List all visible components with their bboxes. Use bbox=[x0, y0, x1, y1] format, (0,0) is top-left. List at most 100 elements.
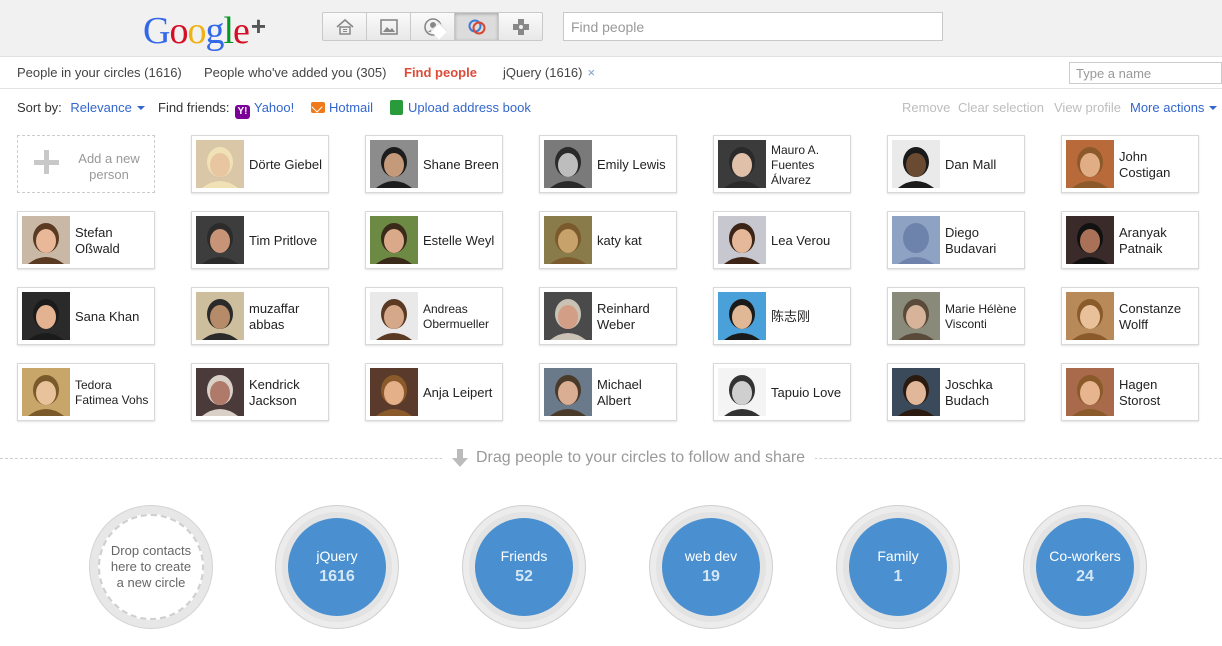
person-card[interactable]: Andreas Obermueller bbox=[365, 287, 503, 345]
person-avatar bbox=[892, 140, 940, 188]
person-card[interactable]: Dörte Giebel bbox=[191, 135, 329, 193]
clear-selection-button[interactable]: Clear selection bbox=[958, 100, 1044, 115]
person-card[interactable]: Anja Leipert bbox=[365, 363, 503, 421]
person-card[interactable]: Michael Albert bbox=[539, 363, 677, 421]
person-avatar bbox=[892, 368, 940, 416]
close-tab-icon[interactable]: × bbox=[587, 65, 595, 80]
person-name: Reinhard Weber bbox=[597, 301, 650, 332]
yahoo-link[interactable]: Y! Yahoo! bbox=[235, 100, 294, 119]
tab-people-in-circles[interactable]: People in your circles (1616) bbox=[17, 65, 182, 80]
circle-inner: Friends 52 bbox=[475, 518, 573, 616]
circles-button[interactable] bbox=[454, 12, 499, 41]
person-card[interactable]: Tedora Fatimea Vohs bbox=[17, 363, 155, 421]
person-card[interactable]: Lea Verou bbox=[713, 211, 851, 269]
google-plus-logo[interactable]: Google+ bbox=[143, 4, 266, 52]
person-avatar bbox=[892, 292, 940, 340]
circle-inner: Family 1 bbox=[849, 518, 947, 616]
person-card[interactable]: Stefan Oßwald bbox=[17, 211, 155, 269]
person-avatar bbox=[544, 140, 592, 188]
person-card[interactable]: Kendrick Jackson bbox=[191, 363, 329, 421]
person-card[interactable]: Aranyak Patnaik bbox=[1061, 211, 1199, 269]
person-card[interactable]: Sana Khan bbox=[17, 287, 155, 345]
person-card[interactable]: Hagen Storost bbox=[1061, 363, 1199, 421]
person-card[interactable]: katy kat bbox=[539, 211, 677, 269]
hotmail-icon bbox=[311, 102, 325, 113]
person-avatar bbox=[196, 216, 244, 264]
person-card[interactable]: Joschka Budach bbox=[887, 363, 1025, 421]
photos-button[interactable] bbox=[366, 12, 411, 41]
person-card[interactable]: Emily Lewis bbox=[539, 135, 677, 193]
person-avatar bbox=[544, 292, 592, 340]
circle-inner: jQuery 1616 bbox=[288, 518, 386, 616]
person-card[interactable]: John Costigan bbox=[1061, 135, 1199, 193]
person-name: katy kat bbox=[597, 233, 642, 248]
more-actions-dropdown[interactable]: More actions bbox=[1130, 100, 1218, 115]
add-new-person-card[interactable]: Add a new person bbox=[17, 135, 155, 193]
person-avatar bbox=[370, 292, 418, 340]
person-avatar bbox=[718, 140, 766, 188]
type-a-name-input[interactable] bbox=[1069, 62, 1222, 84]
circle-friends[interactable]: Friends 52 bbox=[462, 505, 586, 629]
profile-button[interactable] bbox=[410, 12, 455, 41]
find-people-search-input[interactable] bbox=[563, 12, 943, 41]
tab-people-who-added-you[interactable]: People who've added you (305) bbox=[204, 65, 386, 80]
top-bar: Google+ bbox=[0, 0, 1222, 57]
sort-value: Relevance bbox=[70, 100, 132, 115]
person-card[interactable]: muzaffar abbas bbox=[191, 287, 329, 345]
person-name: muzaffar abbas bbox=[249, 301, 300, 332]
circle-name: Friends bbox=[500, 548, 548, 564]
person-name: Emily Lewis bbox=[597, 157, 666, 172]
view-profile-button[interactable]: View profile bbox=[1054, 100, 1121, 115]
person-card[interactable]: Estelle Weyl bbox=[365, 211, 503, 269]
hotmail-link[interactable]: Hotmail bbox=[311, 100, 373, 115]
person-avatar bbox=[892, 216, 940, 264]
home-button[interactable] bbox=[322, 12, 367, 41]
person-card[interactable]: 陈志刚 bbox=[713, 287, 851, 345]
person-card[interactable]: Diego Budavari bbox=[887, 211, 1025, 269]
circle-inner: web dev 19 bbox=[662, 518, 760, 616]
person-card[interactable]: Constanze Wolff bbox=[1061, 287, 1199, 345]
drop-new-circle-label: Drop contacts here to create a new circl… bbox=[98, 514, 204, 620]
person-name: Mauro A. Fuentes Álvarez bbox=[771, 142, 820, 187]
person-avatar bbox=[370, 216, 418, 264]
person-card[interactable]: Shane Breen bbox=[365, 135, 503, 193]
circles-icon bbox=[468, 19, 485, 34]
circle-count: 19 bbox=[702, 568, 720, 585]
person-card[interactable]: Mauro A. Fuentes Álvarez bbox=[713, 135, 851, 193]
person-name: Aranyak Patnaik bbox=[1119, 225, 1167, 256]
tab-jquery-label: jQuery (1616) bbox=[503, 65, 583, 80]
drag-instruction-text: Drag people to your circles to follow an… bbox=[476, 449, 806, 466]
person-avatar bbox=[1066, 368, 1114, 416]
circle-web-dev[interactable]: web dev 19 bbox=[649, 505, 773, 629]
person-avatar bbox=[370, 140, 418, 188]
upload-address-book-link[interactable]: Upload address book bbox=[390, 100, 531, 115]
person-name: Tapuio Love bbox=[771, 385, 842, 400]
person-name: Shane Breen bbox=[423, 157, 499, 172]
tab-jquery[interactable]: jQuery (1616) × bbox=[503, 65, 595, 80]
tab-find-people[interactable]: Find people bbox=[404, 65, 477, 80]
circle-name: web dev bbox=[684, 548, 738, 564]
circle-family[interactable]: Family 1 bbox=[836, 505, 960, 629]
circle-co-workers[interactable]: Co-workers 24 bbox=[1023, 505, 1147, 629]
circle-jquery[interactable]: jQuery 1616 bbox=[275, 505, 399, 629]
person-card[interactable]: Tapuio Love bbox=[713, 363, 851, 421]
more-actions-label: More actions bbox=[1130, 100, 1205, 115]
upload-label: Upload address book bbox=[408, 100, 531, 115]
person-name: Dan Mall bbox=[945, 157, 997, 172]
person-name: Michael Albert bbox=[597, 377, 642, 408]
remove-button[interactable]: Remove bbox=[902, 100, 950, 115]
drop-new-circle-target[interactable]: Drop contacts here to create a new circl… bbox=[89, 505, 213, 629]
circle-count: 52 bbox=[515, 568, 533, 585]
circle-count: 1 bbox=[893, 568, 903, 585]
yahoo-label: Yahoo! bbox=[254, 100, 295, 115]
person-card[interactable]: Marie Hélène Visconti bbox=[887, 287, 1025, 345]
person-card[interactable]: Reinhard Weber bbox=[539, 287, 677, 345]
person-avatar bbox=[370, 368, 418, 416]
person-card[interactable]: Dan Mall bbox=[887, 135, 1025, 193]
person-name: Sana Khan bbox=[75, 309, 140, 324]
games-button[interactable] bbox=[498, 12, 543, 41]
sort-dropdown[interactable]: Relevance bbox=[70, 100, 145, 115]
games-icon bbox=[512, 18, 529, 35]
person-card[interactable]: Tim Pritlove bbox=[191, 211, 329, 269]
sort-label: Sort by: bbox=[17, 100, 62, 115]
